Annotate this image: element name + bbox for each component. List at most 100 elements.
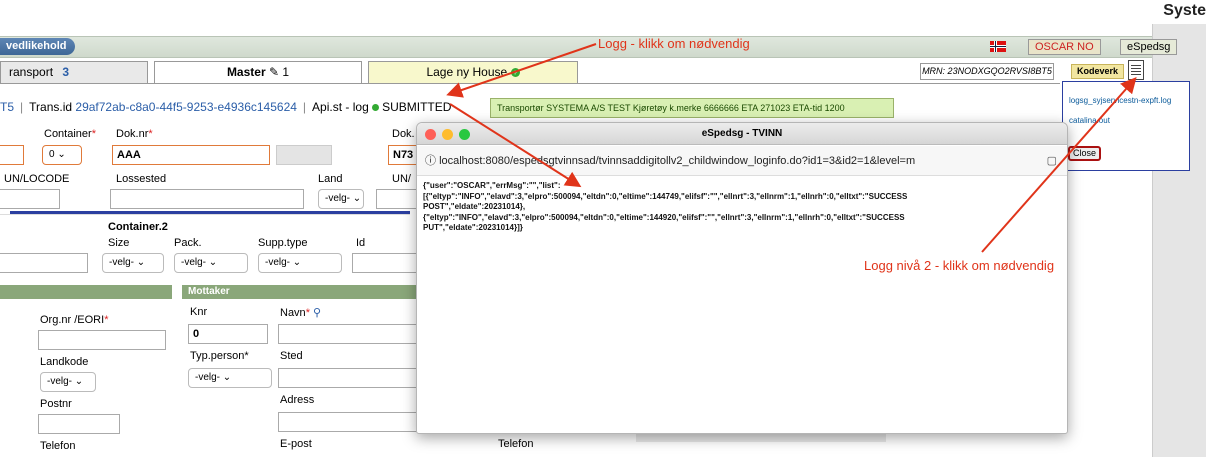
- un-label-2: UN/: [392, 173, 411, 185]
- tab-lage-ny-house[interactable]: Lage ny House +: [368, 61, 578, 83]
- size-select[interactable]: -velg- ⌄: [102, 253, 164, 273]
- landkode-label: Landkode: [40, 356, 89, 368]
- log-link-catalina[interactable]: catalina.out: [1069, 116, 1110, 125]
- tab-master[interactable]: Master ✎ 1: [154, 61, 362, 83]
- knr-input[interactable]: 0: [188, 324, 268, 344]
- disabled-field: [276, 145, 332, 165]
- container-select[interactable]: 0 ⌄: [42, 145, 82, 165]
- doknr-input[interactable]: AAA: [112, 145, 270, 165]
- plus-circle-icon: +: [510, 68, 520, 78]
- popup-urlbar[interactable]: ⓘ localhost:8080/espedsgtvinnsad/tvinnsa…: [417, 146, 1067, 176]
- epost-label: E-post: [280, 438, 312, 450]
- postnr-input[interactable]: [38, 414, 120, 434]
- log-line: {"eltyp":"INFO","elavd":3,"elpro":500094…: [423, 212, 905, 222]
- annotation-logg-niva-2: Logg nivå 2 - klikk om nødvendig: [864, 258, 1055, 273]
- container2-label: Container.2: [108, 221, 168, 233]
- espedsg-badge[interactable]: eSpedsg: [1120, 39, 1178, 55]
- tab-house-label: Lage ny House: [426, 65, 508, 79]
- maximize-window-icon[interactable]: [459, 129, 470, 140]
- tab-underline: [0, 83, 1060, 84]
- background-panel: [636, 434, 886, 442]
- system-title: Syste: [1163, 2, 1206, 19]
- log-line: PUT","eldate":20231014}]}: [423, 223, 523, 232]
- knr-label: Knr: [190, 306, 208, 318]
- typperson-label: Typ.person*: [190, 350, 249, 362]
- supp-type-select[interactable]: -velg- ⌄: [258, 253, 342, 273]
- id-label: Id: [356, 237, 366, 249]
- telefon-label: Telefon: [40, 440, 76, 452]
- orgnr-input[interactable]: [38, 330, 166, 350]
- log-line: [{"eltyp":"INFO","elavd":3,"elpro":50009…: [423, 191, 908, 201]
- log-link-syjservicestn[interactable]: logsg_syjservicestn-expft.log: [1069, 96, 1171, 105]
- lossested-input[interactable]: [110, 189, 304, 209]
- pencil-icon: ✎: [268, 65, 280, 79]
- lossested-label: Lossested: [116, 173, 167, 185]
- popup-titlebar: eSpedsg - TVINN: [417, 123, 1067, 145]
- log-document-icon[interactable]: [1128, 60, 1144, 80]
- un-input-2[interactable]: [376, 189, 418, 209]
- popup-title: eSpedsg - TVINN: [701, 128, 783, 139]
- container2-left-input[interactable]: [0, 253, 88, 273]
- status-dot-icon: [372, 104, 380, 112]
- mottaker-header: Mottaker: [182, 285, 422, 299]
- size-label: Size: [108, 237, 130, 249]
- orgnr-label: Org.nr /EORI*: [40, 314, 109, 326]
- trans-id-label: Trans.id: [29, 100, 73, 114]
- trans-prefix: T5: [0, 100, 15, 114]
- land-label: Land: [318, 173, 343, 185]
- mrn-box: MRN: 23NODXGQO2RVSI8BT5: [920, 63, 1054, 80]
- adress-label: Adress: [280, 394, 315, 406]
- search-icon[interactable]: ⚲: [313, 307, 321, 319]
- container-label: Container*: [44, 128, 96, 140]
- dok-label-2: Dok.: [392, 128, 415, 140]
- status-text: SUBMITTED: [382, 100, 452, 114]
- log-line: {"user":"OSCAR","errMsg":"","list":: [423, 181, 561, 190]
- popup-url: localhost:8080/espedsgtvinnsad/tvinnsadd…: [439, 155, 916, 167]
- log-json-content: {"user":"OSCAR","errMsg":"","list": [{"e…: [423, 181, 1003, 234]
- left-field[interactable]: [0, 145, 24, 165]
- tab-master-count: 1: [282, 65, 290, 79]
- landkode-select[interactable]: -velg- ⌄: [40, 372, 96, 392]
- land-select[interactable]: -velg- ⌄: [318, 189, 364, 209]
- tab-master-label: Master: [226, 65, 266, 79]
- log-line: POST","eldate":20231014},: [423, 202, 526, 211]
- navn-label: Navn* ⚲: [280, 307, 322, 319]
- supp-type-label: Supp.type: [258, 237, 308, 249]
- id-input[interactable]: [352, 253, 418, 273]
- minimize-window-icon[interactable]: [442, 129, 453, 140]
- trans-row: T5 | Trans.id 29af72ab-c8a0-44f5-9253-e493…: [0, 100, 452, 114]
- tab-transport[interactable]: ransport 3: [0, 61, 148, 83]
- transport-info-box: Transportør SYSTEMA A/S TEST Kjøretøy k.…: [490, 98, 894, 118]
- sted-input[interactable]: [278, 368, 418, 388]
- sender-section-header: [0, 285, 172, 299]
- close-window-icon[interactable]: [425, 129, 436, 140]
- adress-input[interactable]: [278, 412, 418, 432]
- vedlikehold-tab[interactable]: vedlikehold: [0, 38, 75, 55]
- norway-flag-icon[interactable]: [990, 41, 1006, 52]
- api-status-log-link[interactable]: Api.st - log: [312, 100, 369, 114]
- user-label: OSCAR NO: [1035, 41, 1094, 53]
- telefon2-label: Telefon: [498, 438, 534, 450]
- section-underline: [0, 214, 410, 215]
- top-strip: Syste: [0, 0, 1206, 24]
- info-icon: ⓘ: [425, 155, 436, 167]
- unlocode-input[interactable]: [0, 189, 60, 209]
- header-bar: [0, 36, 1152, 58]
- doknr-label: Dok.nr*: [116, 128, 153, 140]
- sted-label: Sted: [280, 350, 303, 362]
- close-button[interactable]: Close: [1068, 146, 1102, 161]
- reader-icon[interactable]: ▢: [1047, 146, 1057, 176]
- trans-id-value[interactable]: 29af72ab-c8a0-44f5-9253-e4936c145624: [75, 100, 297, 114]
- tab-transport-label: ransport: [9, 65, 54, 79]
- tab-transport-count: 3: [62, 65, 70, 79]
- n73-input[interactable]: N73: [388, 145, 418, 165]
- app-label: eSpedsg: [1127, 41, 1171, 53]
- navn-input[interactable]: [278, 324, 418, 344]
- pack-select[interactable]: -velg- ⌄: [174, 253, 248, 273]
- loginfo-popup-window: eSpedsg - TVINN ⓘ localhost:8080/espedsg…: [416, 122, 1068, 434]
- user-badge[interactable]: OSCAR NO: [1028, 39, 1101, 55]
- kodeverk-button[interactable]: Kodeverk: [1071, 64, 1125, 79]
- typperson-select[interactable]: -velg- ⌄: [188, 368, 272, 388]
- unlocode-label: UN/LOCODE: [4, 173, 70, 185]
- pack-label: Pack.: [174, 237, 202, 249]
